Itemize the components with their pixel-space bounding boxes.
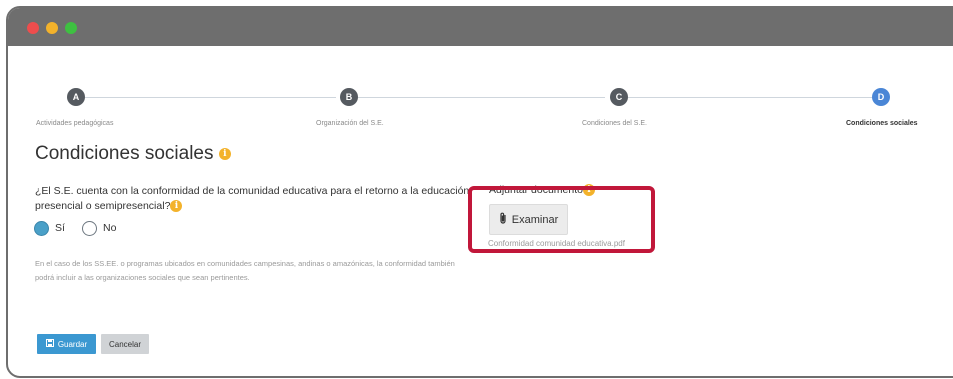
minimize-window-icon[interactable] [46, 22, 58, 34]
save-button[interactable]: Guardar [37, 334, 96, 354]
title-bar [8, 8, 953, 46]
browse-button[interactable]: Examinar [489, 204, 568, 235]
save-button-label: Guardar [57, 339, 88, 349]
maximize-window-icon[interactable] [65, 22, 77, 34]
info-icon[interactable]: i [582, 184, 595, 197]
step-b-circle[interactable]: B [340, 88, 358, 106]
step-a-label[interactable]: Actividades pedagógicas [36, 120, 113, 127]
question-label: ¿El S.E. cuenta con la conformidad de la… [35, 185, 470, 212]
step-c-label[interactable]: Condiciones del S.E. [582, 120, 647, 127]
question-text: ¿El S.E. cuenta con la conformidad de la… [35, 184, 475, 214]
paperclip-icon [499, 212, 507, 227]
step-c-circle[interactable]: C [610, 88, 628, 106]
page-title-text: Condiciones sociales [35, 143, 214, 164]
attached-file-name[interactable]: Conformidad comunidad educativa.pdf [488, 239, 625, 248]
step-d-circle[interactable]: D [872, 88, 890, 106]
help-text: En el caso de los SS.EE. o programas ubi… [35, 259, 455, 282]
step-a-circle[interactable]: A [67, 88, 85, 106]
radio-yes[interactable] [34, 221, 49, 236]
stepper-connector [623, 97, 874, 98]
page-title: Condiciones sociales i [35, 143, 231, 165]
attachment-label: Adjuntar documento i [489, 184, 595, 197]
step-b-label[interactable]: Organización del S.E. [316, 120, 384, 127]
browse-button-label: Examinar [511, 213, 559, 226]
form-content: A Actividades pedagógicas B Organización… [8, 46, 953, 376]
stepper-connector [354, 97, 605, 98]
info-icon[interactable]: i [218, 147, 231, 160]
floppy-disk-icon [45, 339, 54, 349]
stepper-connector [78, 97, 336, 98]
cancel-button[interactable]: Cancelar [101, 334, 149, 354]
step-d-label[interactable]: Condiciones sociales [846, 120, 918, 127]
radio-yes-label[interactable]: Sí [55, 222, 65, 234]
radio-no[interactable] [82, 221, 97, 236]
browser-window: A Actividades pedagógicas B Organización… [6, 6, 953, 378]
radio-no-label[interactable]: No [103, 222, 116, 234]
attachment-label-text: Adjuntar documento [489, 184, 583, 196]
info-icon[interactable]: i [170, 200, 183, 213]
close-window-icon[interactable] [27, 22, 39, 34]
